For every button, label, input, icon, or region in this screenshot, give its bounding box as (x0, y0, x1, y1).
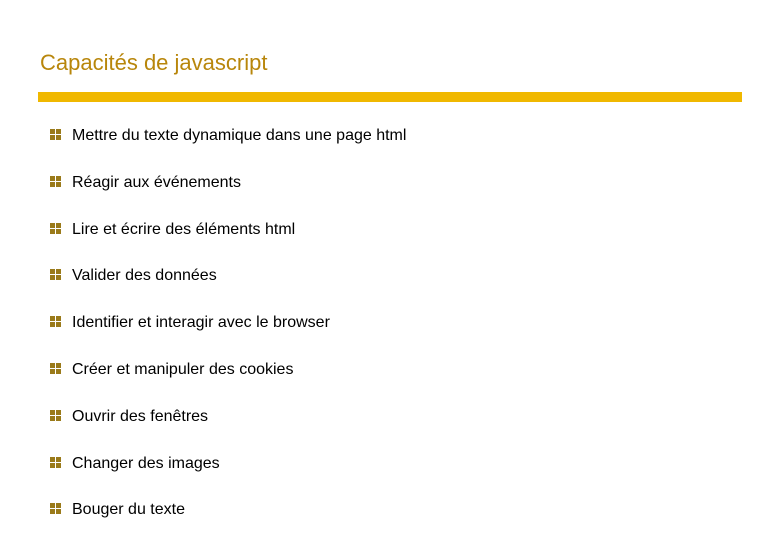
bullet-icon (50, 363, 62, 375)
bullet-icon (50, 129, 62, 141)
bullet-text: Identifier et interagir avec le browser (72, 313, 330, 334)
bullet-icon (50, 176, 62, 188)
list-item: Réagir aux événements (50, 173, 740, 194)
list-item: Lire et écrire des éléments html (50, 220, 740, 241)
list-item: Mettre du texte dynamique dans une page … (50, 126, 740, 147)
bullet-text: Lire et écrire des éléments html (72, 220, 295, 241)
bullet-text: Bouger du texte (72, 500, 185, 521)
list-item: Bouger du texte (50, 500, 740, 521)
bullet-text: Créer et manipuler des cookies (72, 360, 293, 381)
horizontal-divider (38, 92, 742, 102)
list-item: Changer des images (50, 454, 740, 475)
bullet-list: Mettre du texte dynamique dans une page … (40, 126, 740, 521)
bullet-text: Mettre du texte dynamique dans une page … (72, 126, 406, 147)
list-item: Ouvrir des fenêtres (50, 407, 740, 428)
bullet-icon (50, 223, 62, 235)
list-item: Valider des données (50, 266, 740, 287)
bullet-icon (50, 410, 62, 422)
bullet-icon (50, 457, 62, 469)
bullet-icon (50, 503, 62, 515)
bullet-icon (50, 316, 62, 328)
bullet-text: Réagir aux événements (72, 173, 241, 194)
bullet-text: Changer des images (72, 454, 220, 475)
list-item: Créer et manipuler des cookies (50, 360, 740, 381)
list-item: Identifier et interagir avec le browser (50, 313, 740, 334)
bullet-icon (50, 269, 62, 281)
bullet-text: Valider des données (72, 266, 217, 287)
bullet-text: Ouvrir des fenêtres (72, 407, 208, 428)
slide-title: Capacités de javascript (40, 50, 740, 76)
